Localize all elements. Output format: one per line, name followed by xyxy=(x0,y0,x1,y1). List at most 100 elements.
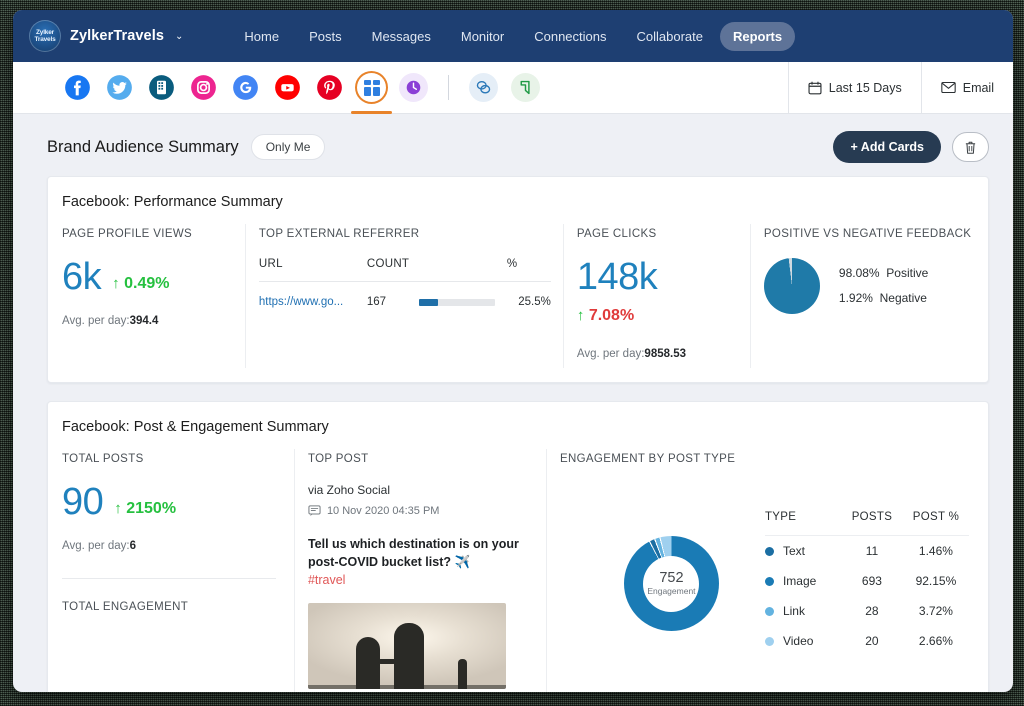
cell-pct: 92.15% xyxy=(903,574,969,588)
legend-dot-icon xyxy=(765,547,774,556)
card-title: Facebook: Post & Engagement Summary xyxy=(48,419,988,453)
cell-pct: 1.46% xyxy=(903,544,969,558)
delete-dashboard-button[interactable] xyxy=(952,132,989,162)
type-label: Image xyxy=(783,574,816,588)
channel-filter-bar: Last 15 Days Email xyxy=(13,62,1013,114)
legend-item-positive: 98.08% Positive xyxy=(839,261,928,286)
bar-fill xyxy=(419,299,438,306)
feedback-pie-chart: 98.08% Positive 1.92% Negative xyxy=(764,258,974,314)
nav-item-posts[interactable]: Posts xyxy=(296,22,355,51)
column-header-count: COUNT xyxy=(367,258,419,270)
table-header-row: URL COUNT % xyxy=(259,258,551,282)
zoho-apps-icon[interactable] xyxy=(511,73,540,102)
top-post-text: Tell us which destination is on your pos… xyxy=(308,535,534,589)
type-label: Text xyxy=(783,544,805,558)
linkedin-channel-icon[interactable] xyxy=(147,73,176,102)
nav-item-messages[interactable]: Messages xyxy=(359,22,444,51)
google-business-channel-icon[interactable] xyxy=(231,73,260,102)
avg-label: Avg. per day: xyxy=(62,540,130,552)
instagram-channel-icon[interactable] xyxy=(189,73,218,102)
cell-posts: 693 xyxy=(841,574,903,588)
top-post-image[interactable] xyxy=(308,603,506,689)
cell-count: 167 xyxy=(367,296,419,308)
integrations-icon[interactable] xyxy=(469,73,498,102)
metric-delta-value: 0.49% xyxy=(124,275,169,292)
nav-item-reports[interactable]: Reports xyxy=(720,22,795,51)
nav-item-collaborate[interactable]: Collaborate xyxy=(624,22,717,51)
nav-item-monitor[interactable]: Monitor xyxy=(448,22,517,51)
referrer-url-link[interactable]: https://www.go... xyxy=(259,296,343,308)
metric-label: ENGAGEMENT BY POST TYPE xyxy=(560,453,974,465)
silhouette-person-right xyxy=(394,623,424,689)
table-row: Link 28 3.72% xyxy=(765,596,969,626)
column-header-post-pct: POST % xyxy=(903,511,969,523)
recent-activity-icon[interactable] xyxy=(399,73,428,102)
avg-label: Avg. per day: xyxy=(62,315,130,327)
add-cards-button[interactable]: + Add Cards xyxy=(833,131,941,163)
chevron-down-icon[interactable]: ⌄ xyxy=(175,31,183,42)
type-label: Link xyxy=(783,604,805,618)
youtube-channel-icon[interactable] xyxy=(273,73,302,102)
metric-average: Avg. per day:6 xyxy=(62,540,280,552)
main-nav-links: Home Posts Messages Monitor Connections … xyxy=(231,22,795,51)
nav-item-connections[interactable]: Connections xyxy=(521,22,619,51)
date-range-selector[interactable]: Last 15 Days xyxy=(788,62,921,113)
pinterest-channel-icon[interactable] xyxy=(315,73,344,102)
metric-label-total-engagement: TOTAL ENGAGEMENT xyxy=(62,601,280,613)
metric-label: TOP EXTERNAL REFERRER xyxy=(259,228,549,240)
pie-chart-graphic xyxy=(764,258,820,314)
metric-label: POSITIVE VS NEGATIVE FEEDBACK xyxy=(764,228,974,240)
arrow-up-icon: ↑ xyxy=(577,307,585,324)
cell-url[interactable]: https://www.go... xyxy=(259,296,367,308)
brand-logo-text: Zylker Travels xyxy=(34,29,55,43)
metric-label: TOTAL POSTS xyxy=(62,453,280,465)
visibility-pill[interactable]: Only Me xyxy=(251,134,326,160)
column-header-pct: % xyxy=(507,258,551,270)
metric-value: 6k xyxy=(62,258,101,296)
all-channels-icon[interactable] xyxy=(357,73,386,102)
metric-value-block: 148k ↑ 7.08% xyxy=(577,258,736,328)
top-post-timestamp: 10 Nov 2020 04:35 PM xyxy=(327,505,440,517)
top-post-hashtag[interactable]: #travel xyxy=(308,573,346,587)
metric-average: Avg. per day:394.4 xyxy=(62,315,231,327)
twitter-channel-icon[interactable] xyxy=(105,73,134,102)
metric-delta-value: 7.08% xyxy=(589,307,634,324)
engagement-chart-wrapper: 752 Engagement TYPE POSTS POST % T xyxy=(560,483,974,656)
trash-icon xyxy=(964,140,977,155)
cell-type: Text xyxy=(765,544,841,558)
envelope-icon xyxy=(941,81,956,94)
brand-switcher[interactable]: Zylker Travels ZylkerTravels ⌄ xyxy=(29,20,183,52)
column-header-url: URL xyxy=(259,258,367,270)
email-label: Email xyxy=(963,81,994,95)
donut-center: 752 Engagement xyxy=(643,556,699,612)
engagement-table: TYPE POSTS POST % Text 11 1.46% Image xyxy=(765,511,969,656)
avg-value: 6 xyxy=(130,540,136,552)
table-row: Video 20 2.66% xyxy=(765,626,969,656)
metric-label: TOP POST xyxy=(308,453,532,465)
negative-pct: 1.92% xyxy=(839,291,873,305)
negative-label: Negative xyxy=(880,291,927,305)
top-post-body: Tell us which destination is on your pos… xyxy=(308,537,519,569)
metric-value-row: 90 ↑ 2150% xyxy=(62,483,280,521)
metric-delta: ↑ 0.49% xyxy=(112,276,169,296)
cell-type: Link xyxy=(765,604,841,618)
date-range-label: Last 15 Days xyxy=(829,81,902,95)
metric-value: 148k xyxy=(577,258,736,296)
cell-posts: 20 xyxy=(841,634,903,648)
nav-item-home[interactable]: Home xyxy=(231,22,292,51)
avg-value: 9858.53 xyxy=(644,348,686,360)
legend-dot-icon xyxy=(765,637,774,646)
brand-logo-line1: Zylker xyxy=(34,29,55,36)
email-report-button[interactable]: Email xyxy=(921,62,1013,113)
metric-value-row: 6k ↑ 0.49% xyxy=(62,258,231,296)
metric-page-clicks: PAGE CLICKS 148k ↑ 7.08% Avg. per day:98… xyxy=(563,228,750,382)
metric-engagement-by-post-type: ENGAGEMENT BY POST TYPE 752 Engagement T… xyxy=(546,453,988,692)
card-facebook-post-engagement-summary: Facebook: Post & Engagement Summary TOTA… xyxy=(47,401,989,692)
brand-logo-line2: Travels xyxy=(34,36,55,43)
facebook-channel-icon[interactable] xyxy=(63,73,92,102)
metric-top-external-referrer: TOP EXTERNAL REFERRER URL COUNT % https:… xyxy=(245,228,563,382)
brand-logo-icon: Zylker Travels xyxy=(29,20,61,52)
calendar-icon xyxy=(808,81,822,95)
pie-legend: 98.08% Positive 1.92% Negative xyxy=(839,261,928,311)
card-facebook-performance-summary: Facebook: Performance Summary PAGE PROFI… xyxy=(47,176,989,383)
